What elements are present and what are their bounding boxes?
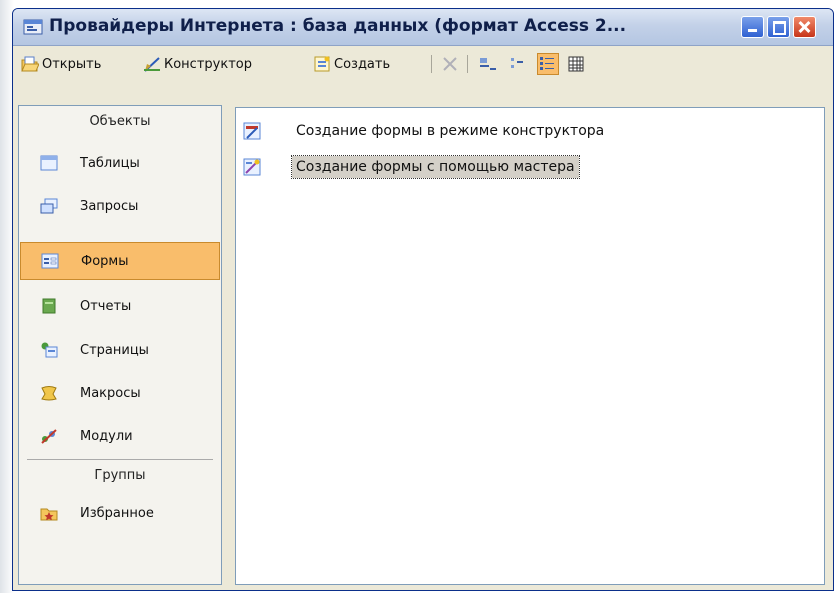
wizard-form-icon <box>242 157 262 177</box>
create-button[interactable]: Создать <box>313 52 390 76</box>
list-view-icon <box>537 53 559 75</box>
create-icon <box>313 55 331 73</box>
sidebar-item-label: Отчеты <box>80 298 132 314</box>
form-icon <box>41 253 59 269</box>
objects-list: Создание формы в режиме конструктора Соз… <box>235 107 825 585</box>
table-icon <box>40 155 58 171</box>
sidebar-item-modules[interactable]: Модули <box>20 417 220 455</box>
favorites-icon <box>40 505 58 521</box>
designer-button-label: Конструктор <box>164 56 252 72</box>
objects-sidebar: Объекты Таблицы Запросы Формы Отчеты Стр… <box>18 105 222 585</box>
delete-button[interactable] <box>441 52 462 76</box>
sidebar-item-label: Таблицы <box>80 155 140 171</box>
large-icons-button[interactable] <box>479 52 500 76</box>
details-view-button[interactable] <box>567 52 588 76</box>
open-button[interactable]: Открыть <box>21 52 101 76</box>
sidebar-item-reports[interactable]: Отчеты <box>20 287 220 325</box>
module-icon <box>40 428 58 444</box>
objects-header[interactable]: Объекты <box>19 114 221 129</box>
list-item[interactable]: Создание формы с помощью мастера <box>242 154 580 180</box>
sidebar-item-tables[interactable]: Таблицы <box>20 144 220 182</box>
design-form-icon <box>242 121 262 141</box>
maximize-button[interactable] <box>767 16 790 38</box>
list-view-button[interactable] <box>537 52 562 76</box>
groups-header[interactable]: Группы <box>19 468 221 483</box>
open-button-label: Открыть <box>42 56 102 72</box>
details-view-icon <box>567 55 585 73</box>
designer-icon <box>143 55 161 73</box>
database-window-icon <box>23 18 43 36</box>
toolbar-separator <box>467 55 468 73</box>
sidebar-item-queries[interactable]: Запросы <box>20 187 220 225</box>
sidebar-item-label: Модули <box>80 428 133 444</box>
list-item[interactable]: Создание формы в режиме конструктора <box>242 118 608 144</box>
open-icon <box>21 55 40 73</box>
toolbar-separator <box>431 55 432 73</box>
macro-icon <box>40 385 58 401</box>
small-icons-button[interactable] <box>509 52 530 76</box>
create-button-label: Создать <box>334 56 391 72</box>
minimize-button[interactable] <box>741 16 764 38</box>
sidebar-item-label: Запросы <box>80 198 139 214</box>
page-icon <box>40 342 58 358</box>
close-button[interactable] <box>793 16 816 38</box>
sidebar-item-pages[interactable]: Страницы <box>20 331 220 369</box>
designer-button[interactable]: Конструктор <box>143 52 252 76</box>
sidebar-item-macros[interactable]: Макросы <box>20 374 220 412</box>
sidebar-item-label: Страницы <box>80 342 149 358</box>
sidebar-divider <box>27 459 213 460</box>
list-item-label: Создание формы в режиме конструктора <box>296 123 605 139</box>
delete-icon <box>441 55 459 73</box>
small-icons-icon <box>509 55 527 73</box>
sidebar-item-label: Избранное <box>80 505 154 521</box>
large-icons-icon <box>479 55 497 73</box>
window-title: Провайдеры Интернета : база данных (форм… <box>49 16 627 36</box>
title-bar[interactable]: Провайдеры Интернета : база данных (форм… <box>13 9 833 46</box>
sidebar-item-label: Формы <box>81 253 129 269</box>
sidebar-item-forms[interactable]: Формы <box>20 242 220 280</box>
report-icon <box>40 298 58 314</box>
database-window: Провайдеры Интернета : база данных (форм… <box>12 8 834 591</box>
sidebar-item-favorites[interactable]: Избранное <box>20 494 220 532</box>
list-item-label: Создание формы с помощью мастера <box>291 155 580 179</box>
sidebar-item-label: Макросы <box>80 385 141 401</box>
toolbar: Открыть Конструктор Создать <box>17 49 829 79</box>
query-icon <box>40 198 58 214</box>
